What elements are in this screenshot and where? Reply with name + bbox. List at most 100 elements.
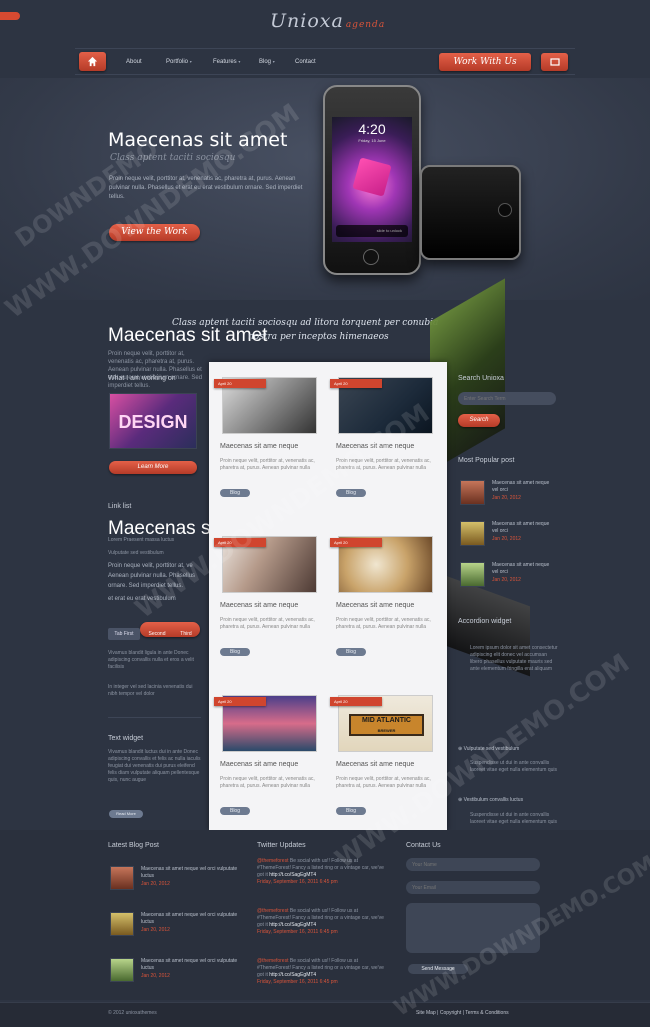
blog-post-thumb[interactable] xyxy=(110,912,134,936)
mail-icon xyxy=(549,58,560,66)
nav-portfolio[interactable]: Portfolio ▾ xyxy=(166,59,192,65)
card-text: Proin neque velit, porttitor at, venenat… xyxy=(220,617,315,630)
name-field[interactable] xyxy=(406,858,540,871)
search-button[interactable]: Search xyxy=(458,414,500,427)
tweet-user[interactable]: @themeforest xyxy=(257,908,288,914)
date-ribbon: April 20 xyxy=(330,538,382,547)
banner-script-1: Class aptent taciti sociosqu ad litora t… xyxy=(172,318,439,328)
blog-post-date: Jan 20, 2012 xyxy=(141,927,170,933)
top-tab xyxy=(0,12,20,20)
card-more-button[interactable]: Blog xyxy=(336,489,366,497)
tweet-link[interactable]: http://t.co/SagEgMT4 xyxy=(269,872,316,878)
tweet-user[interactable]: @themeforest xyxy=(257,858,288,864)
phone-time: 4:20 xyxy=(358,121,386,137)
blog-post-title[interactable]: Maecenas sit amet neque vel orci vulputa… xyxy=(141,866,241,880)
search-title: Search Unioxa xyxy=(458,375,504,382)
date-ribbon: April 20 xyxy=(330,697,382,706)
home-button[interactable] xyxy=(79,52,106,71)
site-logo[interactable]: Unioxa agenda xyxy=(270,10,385,32)
accordion-title: Accordion widget xyxy=(458,618,512,625)
card-more-button[interactable]: Blog xyxy=(336,648,366,656)
footer-link-separator: | xyxy=(437,1010,439,1016)
blog-post-date: Jan 20, 2012 xyxy=(141,973,170,979)
accordion-item[interactable]: ⊕ Vestibulum convallis luctus xyxy=(458,797,523,804)
nav-features-label: Features xyxy=(213,59,237,65)
popular-post-thumb[interactable] xyxy=(460,480,485,505)
footer-link-terms[interactable]: Terms & Conditions xyxy=(465,1010,508,1016)
divider xyxy=(108,717,201,718)
tweet: @themeforest Be social with us!! Follow … xyxy=(257,958,385,986)
footer-bottom-bar xyxy=(0,1002,650,1027)
accordion-body: Lorem ipsum dolor sit amet consectetur a… xyxy=(470,645,558,672)
phone-slider: slide to unlock xyxy=(336,225,408,237)
card-more-button[interactable]: Blog xyxy=(220,489,250,497)
popular-post-title[interactable]: Maecenas sit amet neque vel orci xyxy=(492,562,552,576)
tab-third[interactable]: Third xyxy=(174,628,198,640)
popular-post-thumb[interactable] xyxy=(460,562,485,587)
blog-post-thumb[interactable] xyxy=(110,958,134,982)
logo-sub: agenda xyxy=(345,20,386,30)
search-input[interactable] xyxy=(458,392,556,405)
nav-about[interactable]: About xyxy=(126,59,142,65)
card-title[interactable]: Maecenas sit ame neque xyxy=(220,443,298,450)
email-field[interactable] xyxy=(406,881,540,894)
brewer-sign-sub: BREWER xyxy=(377,728,396,733)
brewer-sign: MID ATLANTIC BREWER xyxy=(349,714,424,736)
popular-post-title[interactable]: Maecenas sit amet neque vel orci xyxy=(492,521,552,535)
blog-post-title[interactable]: Maecenas sit amet neque vel orci vulputa… xyxy=(141,958,241,972)
date-ribbon: April 20 xyxy=(214,697,266,706)
tab-content: Vivamus blandit ligula in ante Donec adi… xyxy=(108,650,194,670)
card-more-button[interactable]: Blog xyxy=(220,648,250,656)
chevron-down-icon: ▾ xyxy=(272,59,275,64)
chevron-down-icon: ▾ xyxy=(238,59,241,64)
working-on-title: What I am working on xyxy=(108,375,176,382)
popular-post-date: Jan 20, 2012 xyxy=(492,495,521,501)
copyright: © 2012 unioxathemes xyxy=(108,1010,157,1016)
accordion-body-3: Suspendisse ut dui in ante convallis lao… xyxy=(470,812,557,825)
tab-second[interactable]: Second xyxy=(142,628,172,640)
card-text: Proin neque velit, porttitor at, venenat… xyxy=(220,776,315,789)
left-body-overlay: Proin neque velit, porttitor at, venenat… xyxy=(108,350,208,390)
tweet-date: Friday, September 16, 2011 6:45 pm xyxy=(257,879,338,885)
twitter-title: Twitter Updates xyxy=(257,842,306,849)
tab-bar: Tab First Second Third xyxy=(108,628,200,640)
nav-blog[interactable]: Blog ▾ xyxy=(259,59,275,65)
chevron-down-icon: ▾ xyxy=(189,59,192,64)
phone-back-camera xyxy=(498,203,512,217)
design-image: DESIGN xyxy=(109,393,197,449)
tweet: @themeforest Be social with us!! Follow … xyxy=(257,858,385,886)
blog-post-title[interactable]: Maecenas sit amet neque vel orci vulputa… xyxy=(141,912,241,926)
card-more-button[interactable]: Blog xyxy=(336,807,366,815)
footer-link-copyright[interactable]: Copyright xyxy=(440,1010,461,1016)
card-title[interactable]: Maecenas sit ame neque xyxy=(220,761,298,768)
card-title[interactable]: Maecenas sit ame neque xyxy=(336,761,414,768)
latest-blog-title: Latest Blog Post xyxy=(108,842,159,849)
popular-post-title[interactable]: Maecenas sit amet neque vel orci xyxy=(492,480,552,494)
nav-features[interactable]: Features ▾ xyxy=(213,59,240,65)
link-list-item[interactable]: Vulputate sed vestibulum xyxy=(108,550,164,557)
tweet: @themeforest Be social with us!! Follow … xyxy=(257,908,385,936)
popular-post-thumb[interactable] xyxy=(460,521,485,546)
card-title[interactable]: Maecenas sit ame neque xyxy=(336,602,414,609)
tweet-date: Friday, September 16, 2011 6:45 pm xyxy=(257,979,338,985)
link-list-item[interactable]: Lorem Praesent massa luctus xyxy=(108,537,174,544)
contact-icon-button[interactable] xyxy=(541,53,568,71)
learn-more-button[interactable]: Learn More xyxy=(109,461,197,474)
tweet-user[interactable]: @themeforest xyxy=(257,958,288,964)
card-title[interactable]: Maecenas sit ame neque xyxy=(220,602,298,609)
work-with-us-button[interactable]: Work With Us xyxy=(439,53,531,71)
read-more-button[interactable]: Read More xyxy=(109,810,143,818)
tweet-link[interactable]: http://t.co/SagEgMT4 xyxy=(269,922,316,928)
nav-contact[interactable]: Contact xyxy=(295,59,316,65)
blog-post-thumb[interactable] xyxy=(110,866,134,890)
tab-first[interactable]: Tab First xyxy=(108,628,140,640)
slider-text: slide to unlock xyxy=(376,228,402,233)
banner-title: Maecenas sit amet xyxy=(108,325,268,346)
phone-back-image xyxy=(420,165,521,260)
phone-date: Friday, 15 June xyxy=(358,138,386,143)
phone-front-image: 4:20 Friday, 15 June slide to unlock xyxy=(323,85,421,275)
home-icon xyxy=(87,56,98,67)
tweet-link[interactable]: http://t.co/SagEgMT4 xyxy=(269,972,316,978)
card-more-button[interactable]: Blog xyxy=(220,807,250,815)
card-text: Proin neque velit, porttitor at, venenat… xyxy=(220,458,315,471)
